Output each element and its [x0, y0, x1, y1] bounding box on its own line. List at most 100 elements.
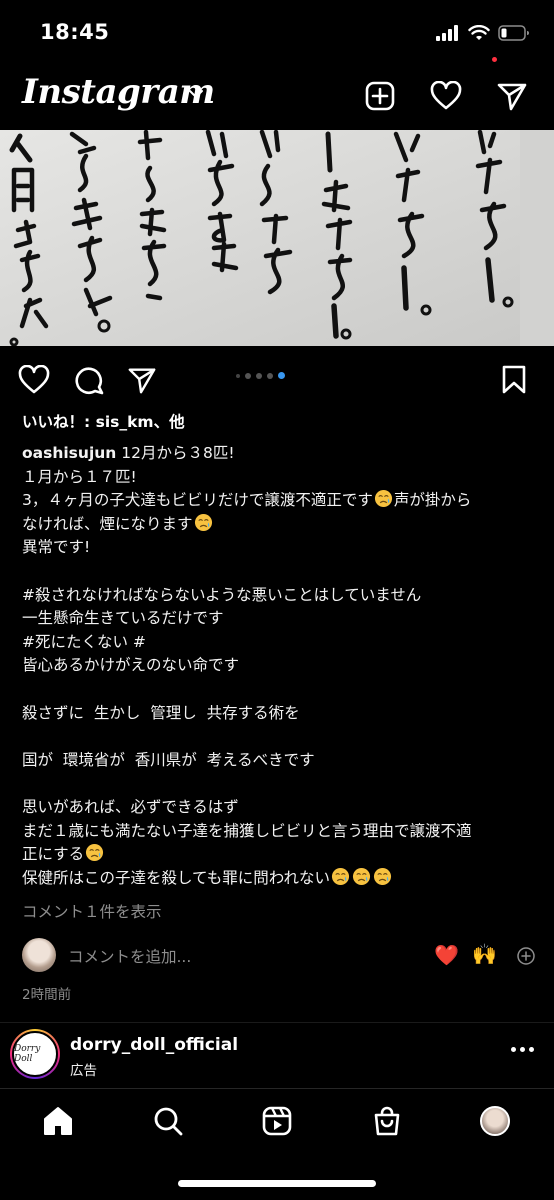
caption-text: なければ、煙になります: [22, 514, 193, 533]
heart-icon: [430, 81, 462, 110]
caption-text: 保健所はこの子達を殺しても罪に問われない: [22, 868, 330, 887]
post-caption: oashisujun 12月から３8匹! １月から１７匹! 3，４ヶ月の子犬達もビビ…: [22, 442, 536, 890]
sponsored-label: 広告: [70, 1063, 97, 1079]
caption-line: なければ、煙になります: [22, 513, 536, 537]
crying-face-emoji-icon: [352, 867, 371, 885]
tab-profile[interactable]: [477, 1103, 513, 1139]
caption-text: １月から１７匹!: [22, 467, 137, 486]
caption-text: 12月から３8匹!: [116, 444, 235, 462]
add-emoji-icon[interactable]: [516, 946, 536, 966]
share-button[interactable]: [126, 364, 158, 396]
caption-text: 正にする: [22, 845, 85, 864]
caption-line: 皆心あるかけがえのない命です: [22, 654, 536, 678]
caption-text: まだ１歳にも満たない子達を捕獲しビビリと言う理由で譲渡不適: [22, 821, 472, 840]
activity-button[interactable]: [428, 78, 464, 114]
home-icon: [44, 1107, 72, 1135]
post-timestamp: 2時間前: [22, 987, 72, 1003]
caption-line: #死にたくない #: [22, 631, 536, 655]
cellular-signal-icon: [436, 25, 458, 41]
caption-text: #死にたくない #: [22, 632, 146, 651]
tab-home[interactable]: [40, 1103, 76, 1139]
caption-text: 一生懸命生きているだけです: [22, 609, 224, 628]
view-comments-link[interactable]: コメント１件を表示: [22, 900, 162, 922]
tab-shop[interactable]: [369, 1103, 405, 1139]
crying-face-emoji-icon: [374, 490, 392, 508]
instagram-logo[interactable]: Instagram: [22, 72, 215, 112]
carousel-dot: [256, 372, 262, 379]
status-icons: [436, 22, 530, 44]
speech-bubble-icon: [75, 367, 104, 395]
tab-search[interactable]: [150, 1103, 186, 1139]
carousel-dot: [267, 372, 273, 379]
battery-icon: [498, 25, 529, 41]
carousel-dot: [245, 372, 251, 379]
calligraphy-photo: [0, 130, 554, 346]
caption-line: #殺されなければならないような悪いことはしていません: [22, 584, 536, 608]
carousel-dot-active: [278, 372, 285, 379]
caption-line: １月から１７匹!: [22, 466, 536, 490]
caption-text: 殺さずに 生かし 管理し 共存する術を: [22, 703, 300, 722]
more-dots-icon: [511, 1047, 516, 1052]
caption-line: 正にする: [22, 843, 536, 867]
caption-line: 3，４ヶ月の子犬達もビビリだけで譲渡不適正です 声が掛から: [22, 489, 536, 513]
comment-button[interactable]: [73, 364, 105, 396]
caption-text: 異常です!: [22, 538, 91, 557]
create-post-button[interactable]: [362, 78, 398, 114]
caption-text: 声が掛から: [393, 491, 472, 510]
avatar: [480, 1106, 510, 1136]
caption-line: [22, 678, 536, 702]
quick-emoji-heart[interactable]: ❤️: [434, 943, 459, 967]
caption-line: まだ１歳にも満たない子達を捕獲しビビリと言う理由で譲渡不適: [22, 820, 536, 844]
next-post-username[interactable]: dorry_doll_official: [70, 1035, 238, 1055]
caption-line: oashisujun 12月から３8匹!: [22, 442, 536, 466]
caption-line: 殺さずに 生かし 管理し 共存する術を: [22, 702, 536, 726]
like-button[interactable]: [18, 364, 50, 396]
caption-line: [22, 725, 536, 749]
crying-face-emoji-icon: [373, 867, 392, 885]
caption-text: #殺されなければならないような悪いことはしていません: [22, 585, 422, 604]
crying-face-emoji-icon: [331, 867, 350, 885]
more-options-button[interactable]: [511, 1047, 534, 1052]
crying-face-emoji-icon: [194, 513, 212, 531]
paper-plane-icon: [497, 83, 527, 111]
post-image[interactable]: [0, 130, 554, 346]
plus-square-icon: [365, 81, 395, 111]
shopping-bag-icon: [374, 1106, 400, 1136]
carousel-dot: [236, 373, 240, 378]
quick-emoji-raised-hands[interactable]: 🙌: [472, 942, 497, 966]
add-comment-row: コメントを追加... ❤️ 🙌: [0, 936, 554, 976]
save-button[interactable]: [498, 364, 530, 396]
notification-dot: [492, 57, 497, 62]
search-icon: [154, 1107, 183, 1136]
comment-input[interactable]: コメントを追加...: [68, 945, 191, 967]
caption-text: 皆心あるかけがえのない命です: [22, 656, 240, 675]
caption-line: 国が 環境省が 香川県が 考えるべきです: [22, 749, 536, 773]
status-bar: 18:45: [0, 0, 554, 66]
next-post-header: Dorry Doll dorry_doll_official 広告: [0, 1022, 554, 1088]
tab-reels[interactable]: [259, 1103, 295, 1139]
caption-line: 保健所はこの子達を殺しても罪に問われない: [22, 867, 536, 891]
story-ring[interactable]: Dorry Doll: [10, 1029, 60, 1079]
chevron-down-icon[interactable]: [188, 88, 204, 100]
direct-messages-button[interactable]: [494, 78, 530, 114]
paper-plane-icon: [128, 368, 156, 394]
heart-icon: [18, 365, 50, 394]
caption-text: 国が 環境省が 香川県が 考えるべきです: [22, 750, 315, 769]
likes-summary[interactable]: いいね！: sis_km、他: [22, 410, 185, 432]
post-username[interactable]: oashisujun: [22, 444, 116, 462]
caption-line: [22, 560, 536, 584]
caption-line: [22, 772, 536, 796]
status-time: 18:45: [40, 20, 110, 44]
caption-line: 一生懸命生きているだけです: [22, 607, 536, 631]
bookmark-icon: [502, 365, 526, 394]
avatar: Dorry Doll: [12, 1031, 58, 1077]
caption-line: 思いがあれば、必ずできるはず: [22, 796, 536, 820]
caption-line: 異常です!: [22, 536, 536, 560]
caption-text: 思いがあれば、必ずできるはず: [22, 797, 239, 816]
app-header: Instagram: [0, 66, 554, 130]
reels-icon: [262, 1106, 292, 1136]
caption-text: 3，４ヶ月の子犬達もビビリだけで譲渡不適正です: [22, 491, 373, 510]
crying-face-emoji-icon: [86, 844, 104, 862]
avatar: [22, 938, 56, 972]
home-indicator: [178, 1180, 376, 1187]
